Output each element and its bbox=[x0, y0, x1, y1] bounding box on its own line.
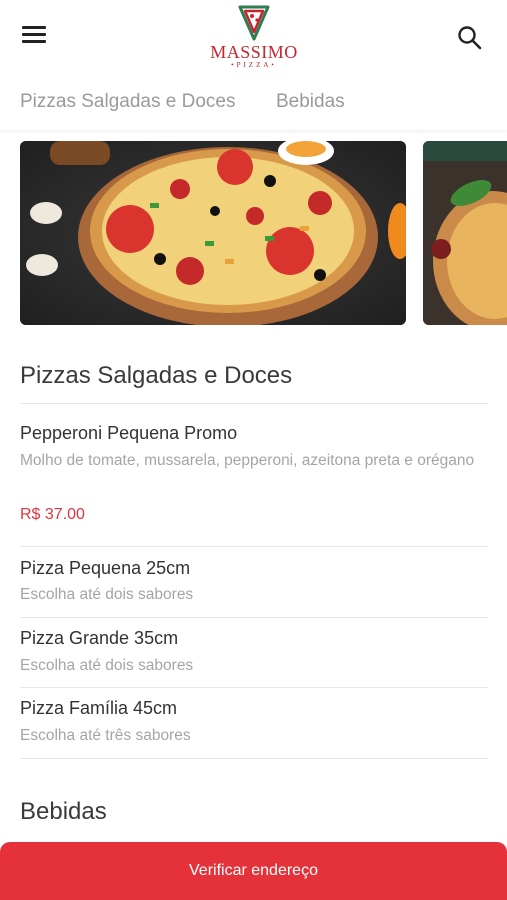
menu-item-pizza-familia[interactable]: Pizza Família 45cm Escolha até três sabo… bbox=[0, 688, 507, 758]
promo-banner-pizza[interactable] bbox=[20, 141, 406, 325]
verify-address-button[interactable]: Verificar endereço bbox=[0, 842, 507, 900]
tab-bebidas[interactable]: Bebidas bbox=[276, 91, 345, 113]
tab-pizzas-salgadas-doces[interactable]: Pizzas Salgadas e Doces bbox=[20, 91, 235, 113]
item-name: Pizza Grande 35cm bbox=[20, 628, 179, 648]
hamburger-menu-icon[interactable] bbox=[22, 26, 48, 46]
item-description: Molho de tomate, mussarela, pepperoni, a… bbox=[20, 452, 475, 469]
item-description: Escolha até três sabores bbox=[20, 727, 191, 744]
pizza-slice-logo-icon bbox=[238, 5, 270, 41]
pizza-image bbox=[20, 141, 406, 325]
section-title-pizzas: Pizzas Salgadas e Doces bbox=[20, 362, 293, 389]
section-divider bbox=[20, 403, 488, 404]
item-name: Pepperoni Pequena Promo bbox=[20, 423, 238, 443]
item-description: Escolha até dois sabores bbox=[20, 657, 194, 674]
brand-subtitle: •PIZZA• bbox=[231, 61, 277, 69]
app-header: MASSIMO •PIZZA• bbox=[0, 0, 507, 78]
item-divider bbox=[20, 758, 488, 759]
menu-item-pizza-pequena[interactable]: Pizza Pequena 25cm Escolha até dois sabo… bbox=[0, 547, 507, 617]
menu-item-pepperoni-promo[interactable]: Pepperoni Pequena Promo Molho de tomate,… bbox=[0, 410, 507, 546]
item-price: R$ 37.00 bbox=[20, 506, 85, 523]
item-name: Pizza Pequena 25cm bbox=[20, 558, 191, 578]
brand-name: MASSIMO bbox=[210, 42, 298, 62]
promo-banner-secondary[interactable] bbox=[423, 141, 507, 325]
section-title-bebidas: Bebidas bbox=[20, 798, 107, 825]
item-description: Escolha até dois sabores bbox=[20, 586, 194, 603]
search-icon[interactable] bbox=[456, 24, 484, 52]
menu-item-pizza-grande[interactable]: Pizza Grande 35cm Escolha até dois sabor… bbox=[0, 618, 507, 687]
brand-logo: MASSIMO •PIZZA• bbox=[200, 4, 308, 72]
category-tabs: Pizzas Salgadas e Doces Bebidas bbox=[0, 78, 507, 130]
pizza-image-secondary bbox=[423, 141, 507, 325]
item-name: Pizza Família 45cm bbox=[20, 698, 178, 718]
